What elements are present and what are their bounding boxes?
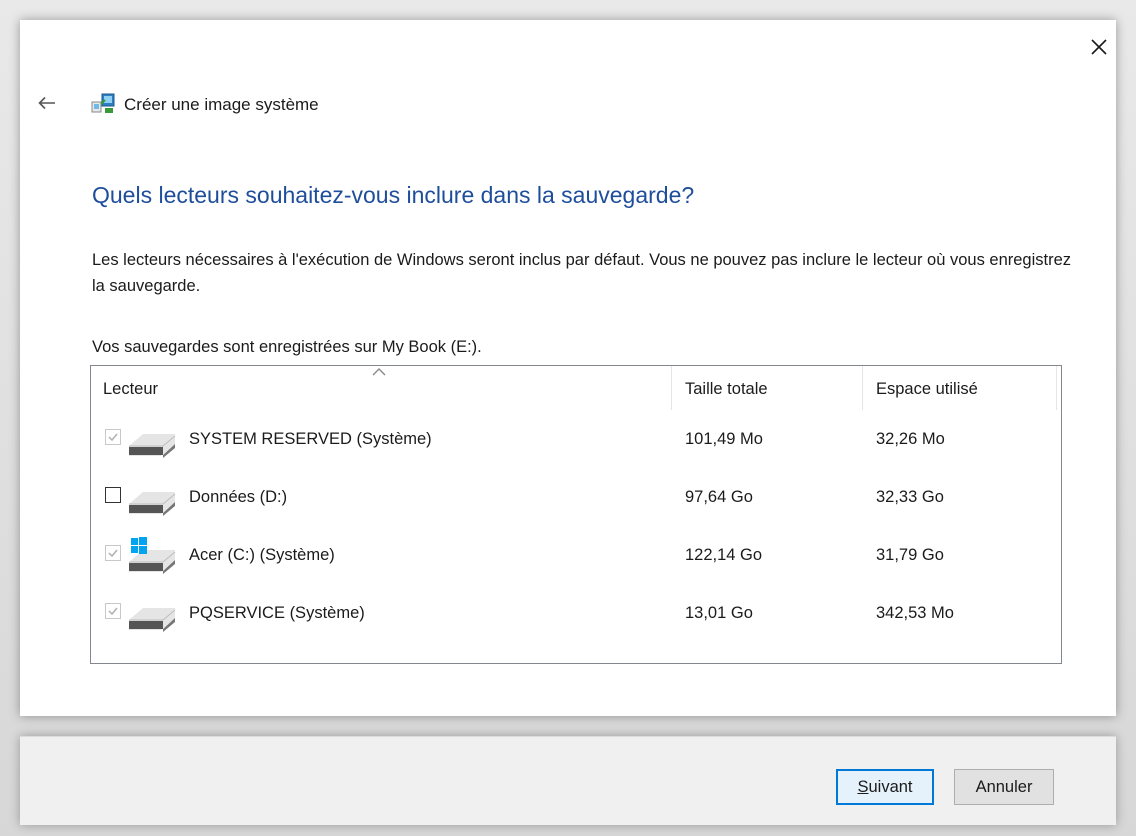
drive-total-size: 122,14 Go bbox=[685, 546, 763, 564]
table-row[interactable]: Données (D:) 97,64 Go 32,33 Go bbox=[91, 470, 1061, 528]
drive-used-space: 31,79 Go bbox=[876, 546, 944, 564]
page-heading: Quels lecteurs souhaitez-vous inclure da… bbox=[92, 182, 695, 208]
drive-icon bbox=[129, 608, 176, 632]
table-row[interactable]: SYSTEM RESERVED (Système) 101,49 Mo 32,2… bbox=[91, 412, 1061, 470]
column-header-drive[interactable]: Lecteur bbox=[91, 366, 671, 412]
next-button[interactable]: Suivant bbox=[836, 769, 934, 805]
drive-name: Acer (C:) (Système) bbox=[189, 546, 335, 564]
drive-checkbox[interactable] bbox=[105, 603, 121, 619]
drive-icon bbox=[129, 434, 176, 458]
drive-total-size: 13,01 Go bbox=[685, 604, 753, 622]
column-separator[interactable] bbox=[671, 366, 672, 410]
table-row[interactable]: PQSERVICE (Système) 13,01 Go 342,53 Mo bbox=[91, 586, 1061, 644]
windows-logo-icon bbox=[131, 537, 147, 554]
back-button[interactable] bbox=[32, 88, 62, 118]
drive-icon bbox=[129, 492, 176, 516]
dialog-footer: Suivant Annuler bbox=[20, 736, 1116, 825]
drive-total-size: 101,49 Mo bbox=[685, 430, 763, 448]
description-text: Les lecteurs nécessaires à l'exécution d… bbox=[92, 251, 1072, 295]
drive-used-space: 32,33 Go bbox=[876, 488, 944, 506]
column-separator[interactable] bbox=[1056, 366, 1057, 410]
drive-used-space: 342,53 Mo bbox=[876, 604, 954, 622]
drive-checkbox[interactable] bbox=[105, 429, 121, 445]
window-title: Créer une image système bbox=[124, 95, 319, 114]
column-separator[interactable] bbox=[862, 366, 863, 410]
windows-drive-icon bbox=[129, 537, 176, 574]
next-button-label: uivant bbox=[868, 777, 913, 796]
backup-location-text: Vos sauvegardes sont enregistrées sur My… bbox=[92, 338, 482, 356]
drive-name: SYSTEM RESERVED (Système) bbox=[189, 430, 432, 448]
drive-checkbox[interactable] bbox=[105, 487, 121, 503]
system-image-icon bbox=[90, 90, 116, 116]
next-button-accesskey: S bbox=[857, 777, 869, 796]
drive-total-size: 97,64 Go bbox=[685, 488, 753, 506]
column-header-total-size[interactable]: Taille totale bbox=[673, 366, 861, 412]
list-header: Lecteur Taille totale Espace utilisé bbox=[91, 366, 1061, 412]
drive-name: PQSERVICE (Système) bbox=[189, 604, 365, 622]
drive-name: Données (D:) bbox=[189, 488, 288, 506]
table-row[interactable]: Acer (C:) (Système) 122,14 Go 31,79 Go bbox=[91, 528, 1061, 586]
back-arrow-icon bbox=[38, 96, 55, 110]
drives-list[interactable]: Lecteur Taille totale Espace utilisé SYS… bbox=[90, 365, 1062, 664]
column-header-used-space[interactable]: Espace utilisé bbox=[864, 366, 1056, 412]
drive-checkbox[interactable] bbox=[105, 545, 121, 561]
cancel-button[interactable]: Annuler bbox=[954, 769, 1054, 805]
drive-used-space: 32,26 Mo bbox=[876, 430, 945, 448]
close-button[interactable] bbox=[1078, 26, 1120, 68]
close-icon bbox=[1091, 39, 1107, 55]
